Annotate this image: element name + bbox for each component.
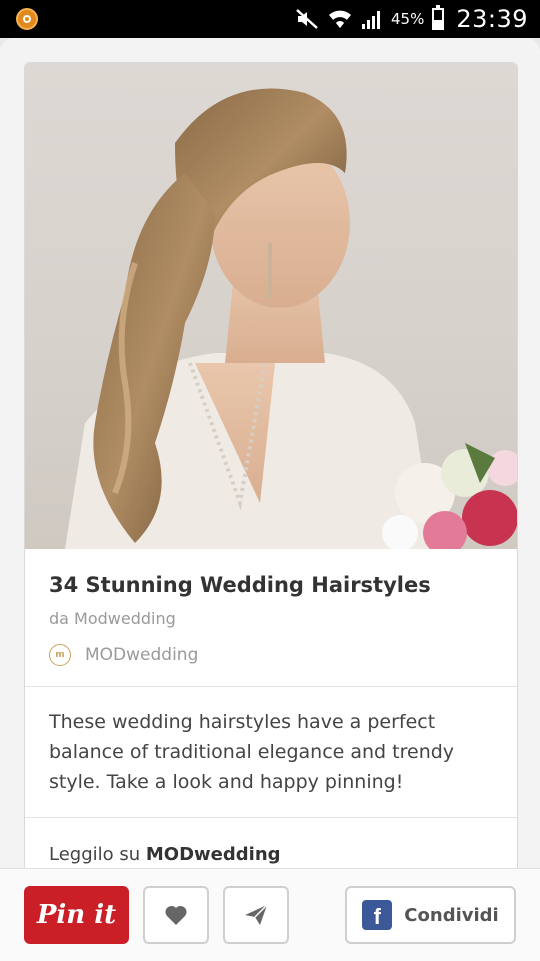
- battery-icon: [432, 5, 445, 30]
- pin-detail-sheet: 34 Stunning Wedding Hairstyles da Modwed…: [0, 38, 540, 960]
- app-notification-icon: [16, 8, 38, 30]
- send-icon: [245, 904, 268, 925]
- pin-image[interactable]: [25, 63, 517, 549]
- read-site-name: MODwedding: [145, 844, 281, 865]
- pin-photo-illustration: [65, 88, 517, 549]
- action-bar: Pin it f Condividi: [0, 868, 540, 961]
- clock: 23:39: [456, 5, 528, 33]
- pin-description: These wedding hairstyles have a perfect …: [49, 711, 455, 793]
- board-name: MODwedding: [85, 645, 199, 665]
- mute-icon: [296, 9, 318, 29]
- status-bar: 45% 23:39: [0, 0, 540, 38]
- facebook-icon: f: [362, 900, 393, 930]
- pin-title[interactable]: 34 Stunning Wedding Hairstyles: [49, 573, 493, 597]
- battery-percentage: 45%: [390, 10, 425, 28]
- wifi-icon: [328, 10, 351, 28]
- share-label: Condividi: [404, 904, 499, 926]
- board-link[interactable]: m MODwedding: [49, 644, 493, 686]
- board-logo: m: [49, 644, 71, 666]
- signal-icon: [361, 11, 380, 29]
- like-button[interactable]: [143, 886, 209, 944]
- heart-icon: [165, 905, 187, 925]
- pin-card: 34 Stunning Wedding Hairstyles da Modwed…: [24, 62, 518, 924]
- share-facebook-button[interactable]: f Condividi: [345, 886, 516, 944]
- pin-it-button[interactable]: Pin it: [24, 886, 129, 944]
- pin-info: 34 Stunning Wedding Hairstyles da Modwed…: [25, 549, 517, 686]
- read-prefix: Leggilo su: [49, 844, 146, 865]
- send-button[interactable]: [223, 886, 289, 944]
- pin-source[interactable]: da Modwedding: [49, 609, 493, 628]
